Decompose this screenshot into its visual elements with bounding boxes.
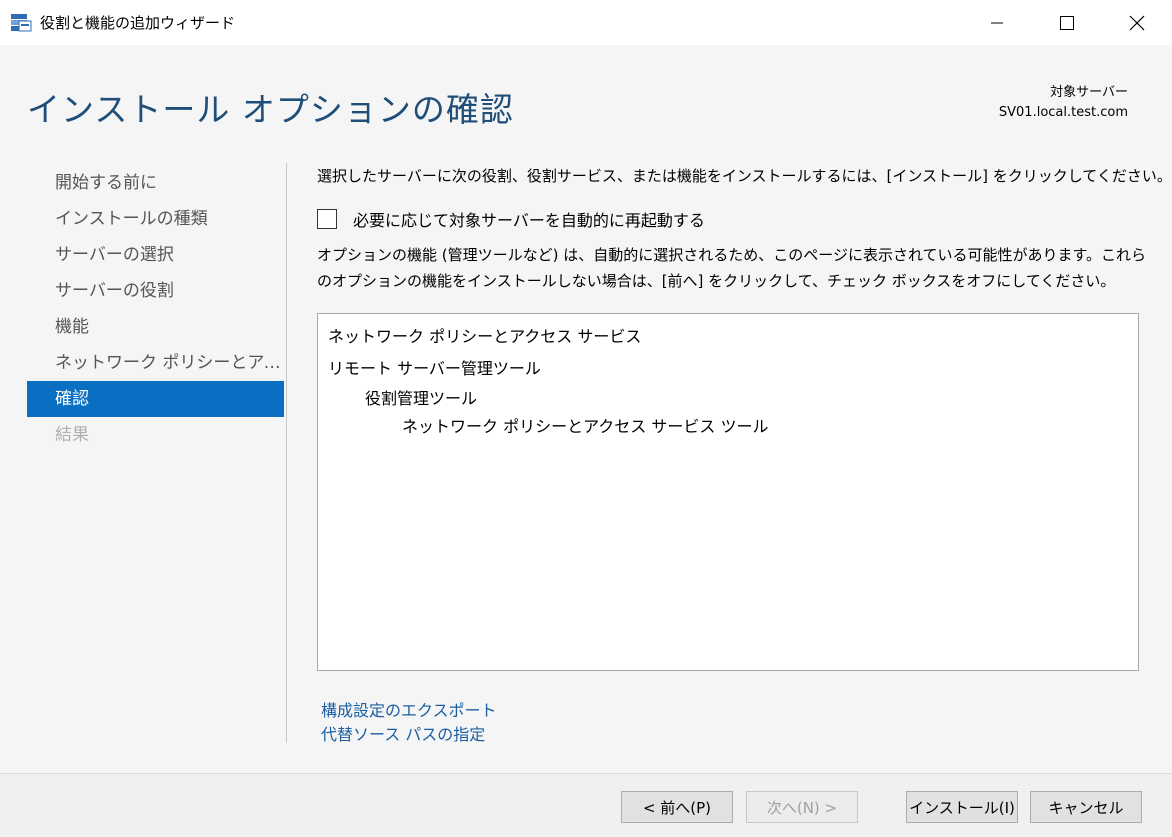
target-server-value: SV01.local.test.com	[998, 105, 1128, 120]
install-button[interactable]: インストール(I)	[906, 791, 1018, 823]
feature-item: 役割管理ツール	[365, 389, 478, 408]
export-settings-link[interactable]: 構成設定のエクスポート	[321, 697, 497, 721]
feature-item: ネットワーク ポリシーとアクセス サービス ツール	[402, 417, 769, 436]
nav-divider	[286, 163, 287, 743]
maximize-button[interactable]	[1032, 0, 1102, 45]
close-icon	[1129, 15, 1145, 30]
restart-label[interactable]: 必要に応じて対象サーバーを自動的に再起動する	[353, 207, 705, 231]
target-server: 対象サーバー SV01.local.test.com	[999, 83, 1128, 123]
feature-list: ネットワーク ポリシーとアクセス サービス リモート サーバー管理ツール 役割管…	[317, 313, 1139, 671]
wizard-nav: 開始する前に インストールの種類 サーバーの選択 サーバーの役割 機能 ネットワ…	[27, 165, 284, 453]
nav-item-server-selection[interactable]: サーバーの選択	[27, 237, 284, 273]
intro-text: 選択したサーバーに次の役割、役割サービス、または機能をインストールするには、[イ…	[317, 167, 1172, 185]
wizard-window: 役割と機能の追加ウィザード インストール オプションの確認 対象サーバー SV0…	[0, 0, 1172, 837]
server-manager-icon	[10, 12, 32, 32]
button-bar: < 前へ(P) 次へ(N) > インストール(I) キャンセル	[0, 773, 1172, 837]
page-title: インストール オプションの確認	[27, 90, 514, 129]
previous-button[interactable]: < 前へ(P)	[621, 791, 733, 823]
target-server-label: 対象サーバー	[1050, 85, 1128, 100]
nav-item-npas[interactable]: ネットワーク ポリシーとアクセ...	[27, 345, 284, 381]
minimize-button[interactable]	[962, 0, 1032, 45]
title-bar: 役割と機能の追加ウィザード	[0, 0, 1172, 45]
optional-features-note: オプションの機能 (管理ツールなど) は、自動的に選択されるため、このページに表…	[317, 246, 1146, 290]
window-title: 役割と機能の追加ウィザード	[40, 14, 236, 32]
nav-item-installation-type[interactable]: インストールの種類	[27, 201, 284, 237]
nav-item-features[interactable]: 機能	[27, 309, 284, 345]
restart-option[interactable]: 必要に応じて対象サーバーを自動的に再起動する	[317, 208, 705, 230]
nav-item-confirmation[interactable]: 確認	[27, 381, 284, 417]
nav-item-before-you-begin[interactable]: 開始する前に	[27, 165, 284, 201]
next-button[interactable]: 次へ(N) >	[746, 791, 858, 823]
nav-item-server-roles[interactable]: サーバーの役割	[27, 273, 284, 309]
wizard-content: インストール オプションの確認 対象サーバー SV01.local.test.c…	[0, 45, 1172, 773]
close-button[interactable]	[1102, 0, 1172, 45]
alternate-source-link[interactable]: 代替ソース パスの指定	[321, 721, 485, 745]
feature-item: リモート サーバー管理ツール	[328, 359, 541, 378]
nav-item-results: 結果	[55, 425, 89, 445]
feature-item: ネットワーク ポリシーとアクセス サービス	[328, 327, 642, 346]
cancel-button[interactable]: キャンセル	[1030, 791, 1142, 823]
minimize-icon	[991, 22, 1003, 23]
restart-checkbox[interactable]	[317, 209, 337, 229]
maximize-icon	[1060, 15, 1074, 30]
